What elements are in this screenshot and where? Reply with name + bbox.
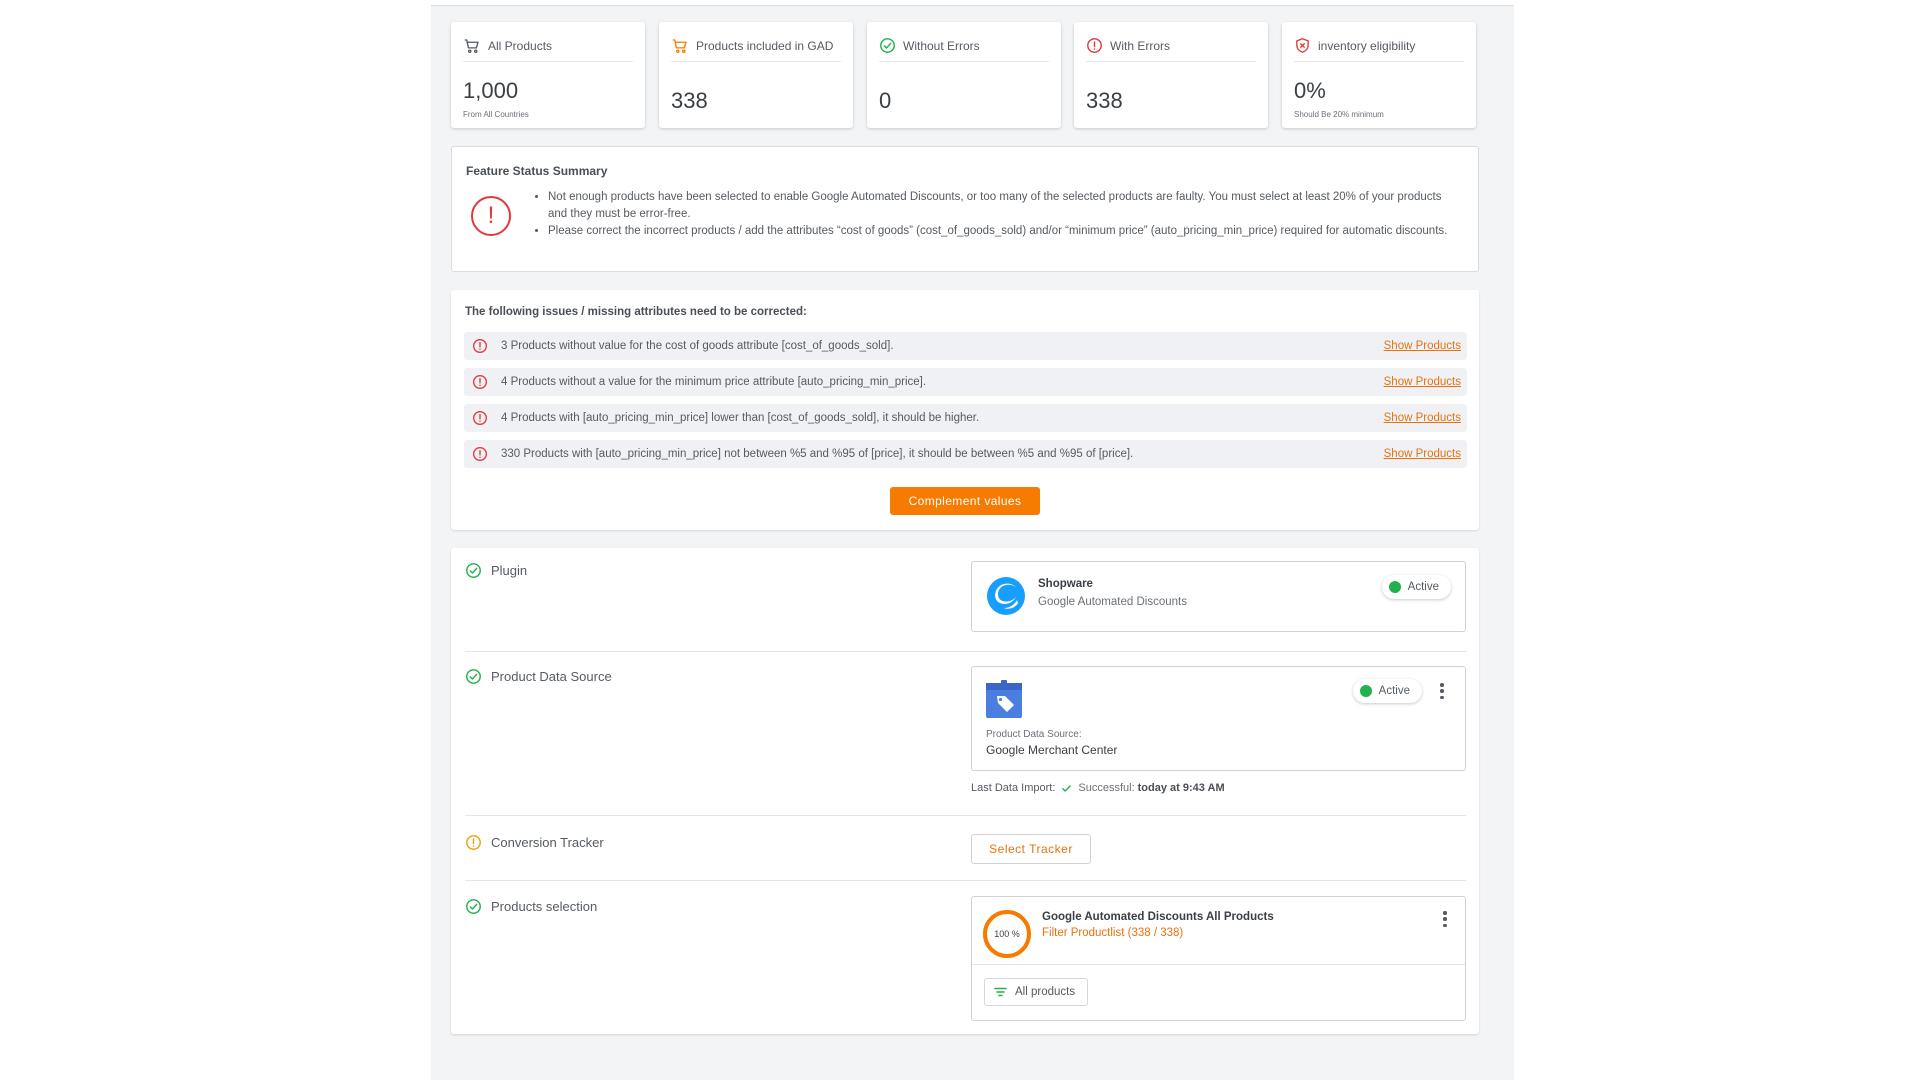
filter-icon (994, 987, 1007, 997)
stat-value: 1,000 (463, 78, 519, 103)
issues-title: The following issues / missing attribute… (465, 306, 807, 318)
stat-subtitle: From All Countries (463, 110, 529, 119)
active-dot-icon (1388, 581, 1401, 593)
selection-label-row: Products selection (465, 898, 597, 915)
filter-label: All products (1015, 986, 1076, 998)
last-import-row: Last Data Import: Successful: today at 9… (971, 782, 1225, 794)
data-source-card: Product Data Source: Google Merchant Cen… (971, 666, 1466, 771)
issue-text: 330 Products with [auto_pricing_min_pric… (501, 448, 1134, 460)
stat-title: With Errors (1110, 38, 1170, 53)
merchant-center-icon (986, 680, 1022, 718)
all-products-filter-chip[interactable]: All products (984, 978, 1089, 1006)
progress-percent: 100 % (994, 929, 1020, 939)
stat-title: Products included in GAD (696, 38, 834, 53)
divider (972, 964, 1465, 965)
plugin-status-badge: Active (1381, 575, 1451, 599)
plugin-name: Shopware (1038, 578, 1093, 590)
show-products-link[interactable]: Show Products (1384, 340, 1461, 352)
error-circle-icon (1087, 38, 1102, 53)
data-source-status-badge: Active (1352, 679, 1422, 703)
plugin-label: Plugin (491, 563, 528, 578)
stat-value: 338 (671, 88, 708, 113)
stat-card-without-errors: Without Errors 0 (867, 22, 1061, 128)
tracker-label: Conversion Tracker (491, 835, 604, 850)
issue-text: 3 Products without value for the cost of… (501, 340, 894, 352)
feature-status-item: Not enough products have been selected t… (548, 189, 1452, 222)
cart-icon (464, 38, 479, 53)
data-source-label-row: Product Data Source (465, 668, 612, 685)
data-source-label: Product Data Source (491, 669, 612, 684)
check-circle-icon (466, 563, 481, 578)
stat-card-with-errors: With Errors 338 (1074, 22, 1268, 128)
data-source-caption: Product Data Source: (986, 729, 1082, 740)
error-circle-icon (473, 339, 487, 353)
active-dot-icon (1359, 685, 1372, 697)
issue-row: 330 Products with [auto_pricing_min_pric… (464, 440, 1467, 468)
more-options-icon[interactable] (1442, 911, 1448, 927)
divider (465, 651, 1466, 652)
last-import-time: today at 9:43 AM (1137, 782, 1225, 794)
top-bar (431, 0, 1514, 6)
stat-card-products-in-gad: Products included in GAD 338 (659, 22, 853, 128)
check-circle-icon (466, 899, 481, 914)
filter-productlist-link[interactable]: Filter Productlist (338 / 338) (1042, 927, 1183, 939)
plugin-label-row: Plugin (465, 562, 527, 579)
selection-title: Google Automated Discounts All Products (1042, 911, 1274, 923)
feature-status-title: Feature Status Summary (466, 164, 608, 178)
products-selection-card: 100 % Google Automated Discounts All Pro… (971, 896, 1466, 1021)
feature-status-item: Please correct the incorrect products / … (548, 223, 1452, 240)
check-circle-icon (880, 38, 895, 53)
stat-title: All Products (488, 38, 553, 53)
select-tracker-button[interactable]: Select Tracker (971, 834, 1091, 864)
shield-x-icon (1296, 38, 1309, 53)
stat-value: 0% (1294, 78, 1326, 103)
tracker-label-row: Conversion Tracker (465, 834, 604, 851)
feature-status-list: Not enough products have been selected t… (532, 189, 1452, 241)
data-source-name: Google Merchant Center (986, 743, 1118, 757)
show-products-link[interactable]: Show Products (1384, 376, 1461, 388)
issues-panel: The following issues / missing attribute… (451, 290, 1479, 530)
warning-circle-icon (466, 835, 481, 850)
selection-label: Products selection (491, 899, 598, 914)
feature-status-summary: Feature Status Summary ! Not enough prod… (451, 146, 1479, 272)
issue-text: 4 Products without a value for the minim… (501, 376, 927, 388)
error-circle-icon (473, 447, 487, 461)
setup-panel: Plugin Shopware Google Automated Discoun… (451, 548, 1479, 1034)
check-circle-icon (466, 669, 481, 684)
check-icon (1062, 784, 1072, 792)
shopware-logo-icon (987, 577, 1025, 615)
stat-subtitle: Should Be 20% minimum (1294, 110, 1384, 119)
stat-card-all-products: All Products 1,000 From All Countries (451, 22, 645, 128)
stat-title: inventory eligibility (1318, 38, 1416, 53)
plugin-description: Google Automated Discounts (1038, 596, 1187, 608)
alert-icon: ! (471, 196, 511, 236)
stat-title: Without Errors (903, 38, 980, 53)
show-products-link[interactable]: Show Products (1384, 412, 1461, 424)
last-import-status: Successful: (1078, 782, 1135, 794)
plugin-card: Shopware Google Automated Discounts Acti… (971, 561, 1466, 632)
cart-orange-icon (672, 38, 687, 53)
divider (465, 815, 1466, 816)
page-container: All Products 1,000 From All Countries Pr… (431, 0, 1514, 1080)
stat-value: 338 (1086, 88, 1123, 113)
issue-text: 4 Products with [auto_pricing_min_price]… (501, 412, 980, 424)
stat-value: 0 (879, 88, 892, 113)
more-options-icon[interactable] (1439, 683, 1445, 699)
issue-row: 4 Products with [auto_pricing_min_price]… (464, 404, 1467, 432)
show-products-link[interactable]: Show Products (1384, 448, 1461, 460)
status-label: Active (1378, 685, 1410, 697)
divider (465, 880, 1466, 881)
error-circle-icon (473, 375, 487, 389)
issue-row: 3 Products without value for the cost of… (464, 332, 1467, 360)
issue-row: 4 Products without a value for the minim… (464, 368, 1467, 396)
complement-values-button[interactable]: Complement values (890, 487, 1040, 515)
error-circle-icon (473, 411, 487, 425)
stat-card-inventory-eligibility: inventory eligibility 0% Should Be 20% m… (1282, 22, 1476, 128)
status-label: Active (1407, 581, 1439, 593)
last-import-label: Last Data Import: (971, 782, 1056, 794)
